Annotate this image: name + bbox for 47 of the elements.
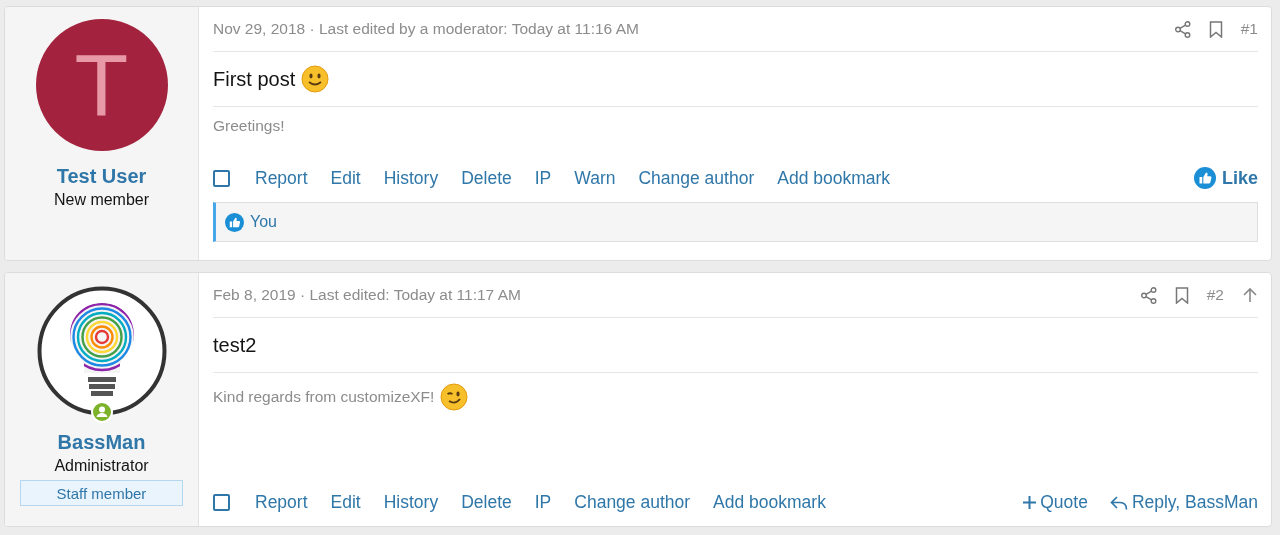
post-date[interactable]: Feb 8, 2019 · Last edited: Today at 11:17 AM <box>213 286 1141 304</box>
reply-arrow-icon <box>1109 494 1128 511</box>
avatar[interactable]: T <box>35 19 168 151</box>
user-title: Administrator <box>54 457 149 475</box>
thumbs-up-icon <box>225 212 244 232</box>
action-link[interactable]: Change author <box>574 492 691 513</box>
winking-face-icon <box>440 383 469 411</box>
bookmark-icon[interactable] <box>1174 286 1189 304</box>
bookmark-icon[interactable] <box>1208 20 1223 38</box>
action-link[interactable]: Delete <box>461 492 512 513</box>
post-number[interactable]: #1 <box>1240 20 1258 38</box>
action-link[interactable]: Edit <box>330 492 361 513</box>
smiley-icon <box>301 65 330 93</box>
author-name[interactable]: Test User <box>56 165 147 188</box>
action-link[interactable]: History <box>383 492 439 513</box>
reply-button[interactable]: Reply, BassMan <box>1109 492 1258 513</box>
post-text: test2 <box>213 333 257 357</box>
select-checkbox[interactable] <box>213 494 230 511</box>
thumbs-up-icon <box>1193 167 1216 189</box>
action-link[interactable]: IP <box>534 167 552 189</box>
action-link[interactable]: IP <box>534 492 552 513</box>
action-link[interactable]: Delete <box>461 167 512 189</box>
action-link[interactable]: History <box>383 167 439 189</box>
like-button[interactable]: Like <box>1193 167 1258 189</box>
staff-badge: Staff member <box>20 480 183 506</box>
user-title: New member <box>53 191 150 209</box>
signature-text: Kind regards from customizeXF! <box>213 388 435 406</box>
signature-text: Greetings! <box>213 117 285 135</box>
action-link[interactable]: Report <box>255 167 308 189</box>
select-checkbox[interactable] <box>213 169 230 187</box>
plus-icon <box>1023 496 1037 509</box>
action-link[interactable]: Edit <box>330 167 361 189</box>
action-link[interactable]: Add bookmark <box>777 167 891 189</box>
action-link[interactable]: Change author <box>638 167 755 189</box>
post-text: First post <box>213 67 296 91</box>
reaction-link[interactable]: You <box>250 213 277 231</box>
quote-button[interactable]: Quote <box>1023 492 1088 513</box>
share-icon[interactable] <box>1174 20 1191 38</box>
action-link[interactable]: Add bookmark <box>713 492 826 513</box>
action-link[interactable]: Report <box>255 492 308 513</box>
post-number[interactable]: #2 <box>1206 286 1224 304</box>
author-name[interactable]: BassMan <box>57 431 146 454</box>
avatar-letter: T <box>74 41 129 129</box>
share-icon[interactable] <box>1140 286 1157 304</box>
post-date[interactable]: Nov 29, 2018 · Last edited by a moderator: Today at 11:16 AM <box>213 20 1175 38</box>
action-link[interactable]: Warn <box>574 167 616 189</box>
arrow-up-icon[interactable] <box>1242 287 1258 303</box>
